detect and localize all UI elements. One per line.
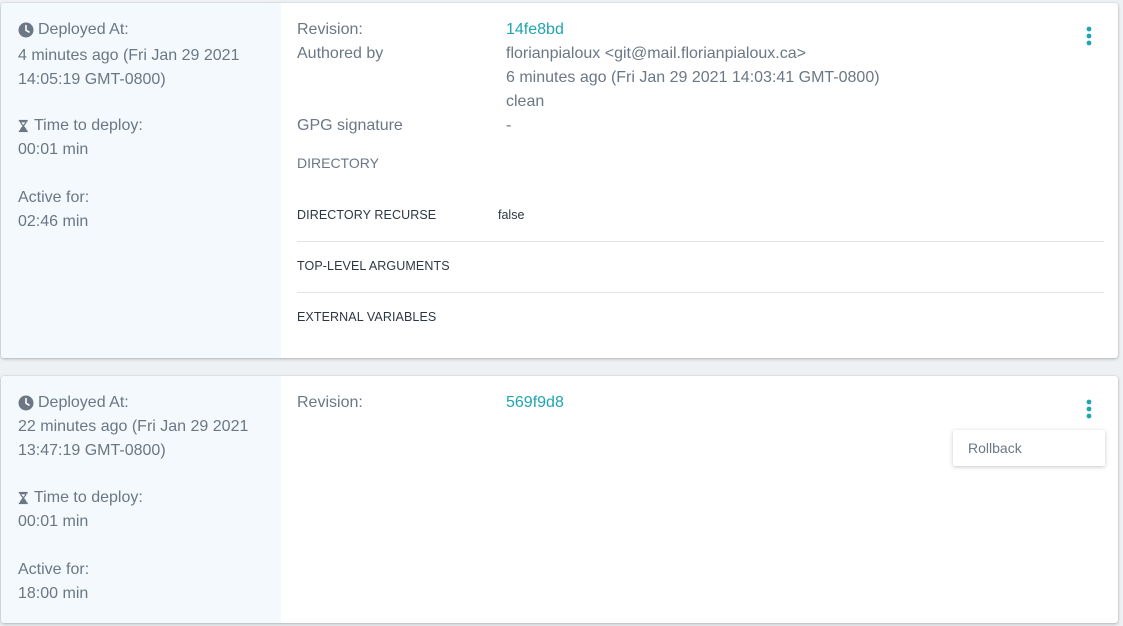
- clock-icon: [18, 22, 34, 38]
- actions-dropdown-menu: Rollback: [953, 430, 1105, 466]
- deployment-details: Revision: 569f9d8: [281, 376, 1118, 623]
- top-level-arguments-label: TOP-LEVEL ARGUMENTS: [297, 259, 450, 273]
- deployment-details: Revision: 14fe8bd Authored by florianpia…: [281, 3, 1118, 358]
- deployment-card: Deployed At: 22 minutes ago (Fri Jan 29 …: [1, 376, 1118, 623]
- external-variables-label: EXTERNAL VARIABLES: [297, 310, 437, 324]
- time-to-deploy-value: 00:01 min: [18, 513, 89, 530]
- active-for-value: 18:00 min: [18, 585, 89, 602]
- clock-icon: [18, 395, 34, 411]
- time-to-deploy-label: Time to deploy:: [34, 489, 143, 506]
- kebab-menu-icon[interactable]: [1081, 397, 1097, 421]
- divider: [297, 292, 1104, 293]
- revision-label: Revision:: [297, 21, 363, 38]
- active-for-label: Active for:: [18, 189, 90, 206]
- divider: [297, 241, 1104, 242]
- hourglass-icon: [18, 491, 28, 505]
- deployment-summary: Deployed At: 22 minutes ago (Fri Jan 29 …: [1, 376, 281, 623]
- kebab-menu-icon[interactable]: [1081, 24, 1097, 48]
- revision-link[interactable]: 14fe8bd: [506, 18, 564, 42]
- deployed-at-value: 4 minutes ago (Fri Jan 29 2021: [18, 47, 240, 64]
- deployment-summary: Deployed At: 4 minutes ago (Fri Jan 29 2…: [1, 3, 281, 358]
- hourglass-icon: [18, 119, 28, 133]
- deployed-at-value: 22 minutes ago (Fri Jan 29 2021: [18, 418, 249, 435]
- rollback-menu-item[interactable]: Rollback: [968, 439, 1022, 457]
- revision-link[interactable]: 569f9d8: [506, 391, 564, 415]
- gpg-signature-label: GPG signature: [297, 117, 403, 134]
- deployed-at-label: Deployed At:: [38, 394, 129, 411]
- authored-status: clean: [506, 93, 545, 110]
- time-to-deploy-label: Time to deploy:: [34, 117, 143, 134]
- deployed-at-label-row: Deployed At:: [18, 18, 129, 42]
- time-to-deploy-label-row: Time to deploy:: [18, 114, 143, 138]
- deployed-at-label: Deployed At:: [38, 21, 129, 38]
- authored-by-label: Authored by: [297, 45, 384, 62]
- time-to-deploy-label-row: Time to deploy:: [18, 486, 143, 510]
- directory-recurse-value: false: [498, 208, 525, 222]
- deployment-card: Deployed At: 4 minutes ago (Fri Jan 29 2…: [1, 3, 1118, 358]
- deployed-at-value-time: 14:05:19 GMT-0800): [18, 71, 166, 88]
- active-for-label: Active for:: [18, 561, 90, 578]
- authored-time: 6 minutes ago (Fri Jan 29 2021 14:03:41 …: [506, 69, 880, 86]
- gpg-signature-value: -: [506, 117, 512, 134]
- deployed-at-value-time: 13:47:19 GMT-0800): [18, 442, 166, 459]
- directory-recurse-label: DIRECTORY RECURSE: [297, 208, 437, 222]
- directory-label: DIRECTORY: [297, 155, 379, 171]
- time-to-deploy-value: 00:01 min: [18, 141, 89, 158]
- revision-label: Revision:: [297, 394, 363, 411]
- deployed-at-label-row: Deployed At:: [18, 391, 129, 415]
- author-value: florianpialoux <git@mail.florianpialoux.…: [506, 45, 806, 62]
- active-for-value: 02:46 min: [18, 213, 89, 230]
